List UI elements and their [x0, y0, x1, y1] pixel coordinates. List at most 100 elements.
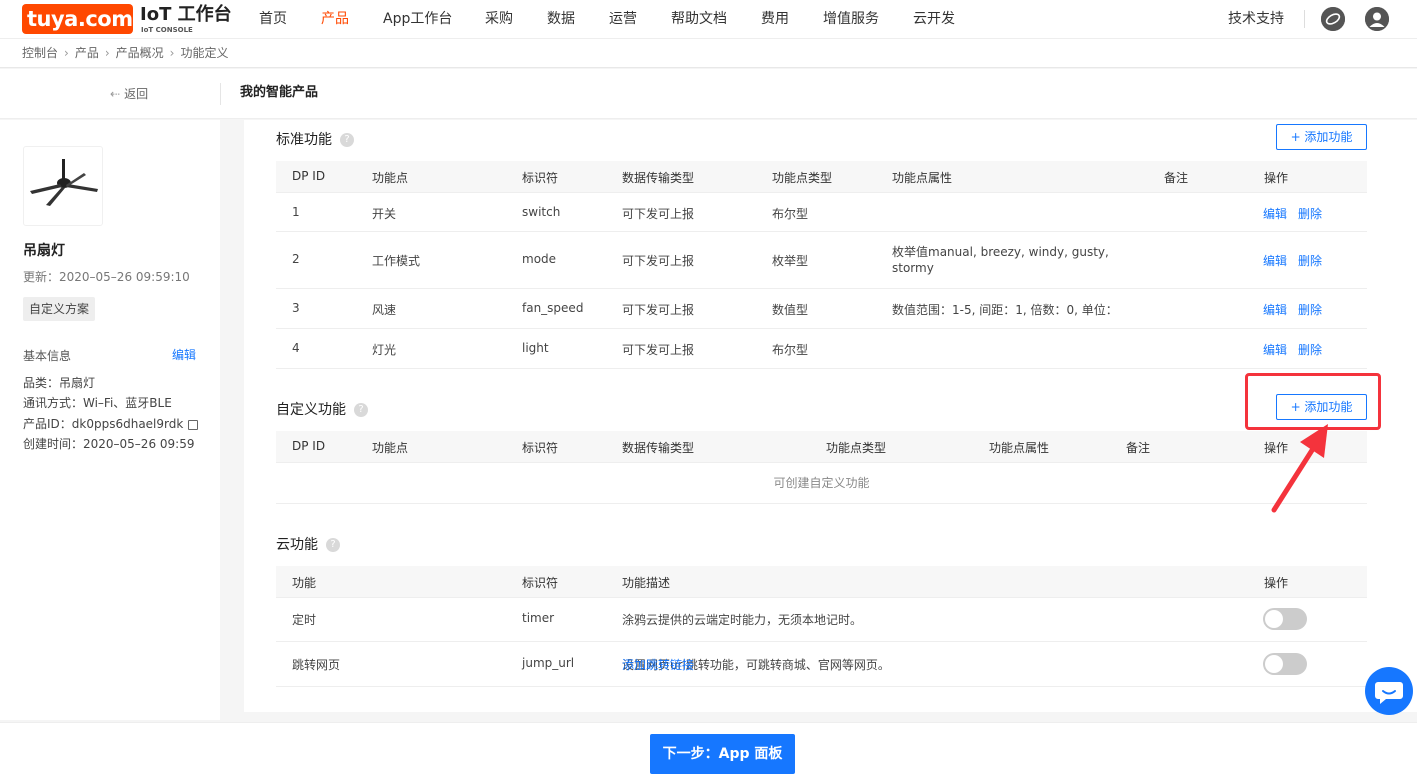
transfer-type: 可下发可上报	[622, 343, 695, 357]
breadcrumb-console[interactable]: 控制台	[22, 46, 58, 60]
table-row: 2 工作模式 mode 可下发可上报 枚举型 枚举值manual, breezy…	[276, 232, 1367, 289]
product-created: 创建时间：2020–05–26 09:59	[23, 437, 195, 451]
top-nav: tuya.com IoT 工作台 IoT CONSOLE 首页 产品 App工作…	[0, 0, 1417, 38]
delete-link[interactable]: 删除	[1298, 205, 1322, 222]
bottom-action-bar: 下一步：App 面板	[0, 722, 1417, 777]
add-jump-link[interactable]: 添加跳转链接	[622, 656, 694, 673]
function-type: 枚举型	[772, 254, 809, 268]
cloud-identifier: jump_url	[522, 656, 575, 670]
col-actions: 操作	[1264, 576, 1289, 590]
user-avatar-icon[interactable]	[1365, 7, 1389, 31]
help-icon[interactable]: ?	[354, 403, 368, 417]
jump-url-toggle[interactable]	[1263, 653, 1307, 675]
timer-toggle[interactable]	[1263, 608, 1307, 630]
console-title: IoT 工作台	[140, 4, 232, 25]
basic-info-edit-link[interactable]: 编辑	[172, 346, 196, 363]
page-title: 我的智能产品	[240, 85, 319, 100]
breadcrumb-product[interactable]: 产品	[75, 46, 99, 60]
col-function-type: 功能点类型	[826, 441, 887, 455]
help-icon[interactable]: ?	[326, 538, 340, 552]
cloud-title-text: 云功能	[276, 537, 318, 553]
col-property: 功能点属性	[892, 171, 953, 185]
col-remark: 备注	[1126, 441, 1151, 455]
cloud-functions-title: 云功能?	[276, 534, 340, 554]
function-property-cont: stormy	[892, 261, 934, 275]
custom-functions-title: 自定义功能?	[276, 399, 368, 419]
table-row: 1 开关 switch 可下发可上报 布尔型 编辑 删除	[276, 193, 1367, 232]
custom-title-text: 自定义功能	[276, 402, 346, 418]
product-name: 吊扇灯	[23, 243, 65, 259]
edit-link[interactable]: 编辑	[1263, 341, 1287, 358]
tuya-logo[interactable]: tuya.com	[22, 4, 133, 34]
custom-table-header: DP ID 功能点 标识符 数据传输类型 功能点类型 功能点属性 备注 操作	[276, 431, 1367, 463]
product-protocol: 通讯方式：Wi–Fi、蓝牙BLE	[23, 396, 172, 410]
nav-cloud-dev[interactable]: 云开发	[913, 10, 955, 28]
col-function-type: 功能点类型	[772, 171, 833, 185]
help-icon[interactable]: ?	[340, 133, 354, 147]
edit-link[interactable]: 编辑	[1263, 252, 1287, 269]
nav-product[interactable]: 产品	[321, 10, 349, 28]
nav-fees[interactable]: 费用	[761, 10, 789, 28]
col-function: 功能	[292, 576, 317, 590]
function-type: 数值型	[772, 303, 809, 317]
col-property: 功能点属性	[989, 441, 1050, 455]
transfer-type: 可下发可上报	[622, 303, 695, 317]
next-step-button[interactable]: 下一步：App 面板	[650, 734, 795, 774]
tech-support-link[interactable]: 技术支持	[1228, 10, 1284, 28]
back-button[interactable]: ⇠ 返回	[110, 86, 148, 102]
standard-title-text: 标准功能	[276, 132, 332, 148]
delete-link[interactable]: 删除	[1298, 252, 1322, 269]
breadcrumb-overview[interactable]: 产品概况	[116, 46, 164, 60]
nav-purchase[interactable]: 采购	[485, 10, 513, 28]
function-name: 灯光	[372, 343, 397, 357]
globe-icon[interactable]	[1321, 7, 1345, 31]
custom-scheme-tag: 自定义方案	[23, 297, 96, 321]
nav-data[interactable]: 数据	[547, 10, 575, 28]
basic-info-title: 基本信息	[23, 349, 72, 363]
col-description: 功能描述	[622, 576, 671, 590]
col-dp-id: DP ID	[292, 439, 326, 453]
nav-app-workbench[interactable]: App工作台	[383, 10, 452, 28]
edit-link[interactable]: 编辑	[1263, 205, 1287, 222]
dp-id: 1	[292, 205, 300, 219]
product-category: 品类：吊扇灯	[23, 376, 96, 390]
nav-divider	[1304, 10, 1305, 28]
col-identifier: 标识符	[522, 171, 559, 185]
product-id: 产品ID：dk0pps6dhael9rdk	[23, 415, 199, 432]
nav-home[interactable]: 首页	[259, 10, 287, 28]
cloud-description: 涂鸦云提供的云端定时能力，无须本地记时。	[622, 613, 863, 627]
table-row: 跳转网页 jump_url 设置网页url跳转功能，可跳转商城、官网等网页。 添加…	[276, 642, 1367, 687]
chevron-right-icon: ›	[169, 46, 175, 60]
col-function: 功能点	[372, 441, 409, 455]
chevron-right-icon: ›	[104, 46, 110, 60]
chat-support-button[interactable]	[1365, 667, 1413, 715]
divider	[220, 83, 221, 105]
delete-link[interactable]: 删除	[1298, 301, 1322, 318]
nav-value-added[interactable]: 增值服务	[823, 10, 879, 28]
product-image	[23, 146, 103, 226]
function-definition-panel: 标准功能? + 添加功能 DP ID 功能点 标识符 数据传输类型 功能点类型 …	[244, 120, 1417, 712]
copy-icon[interactable]	[188, 419, 199, 430]
delete-link[interactable]: 删除	[1298, 341, 1322, 358]
cloud-function-name: 定时	[292, 613, 317, 627]
col-transfer-type: 数据传输类型	[622, 441, 695, 455]
edit-link[interactable]: 编辑	[1263, 301, 1287, 318]
add-standard-function-button[interactable]: + 添加功能	[1276, 124, 1367, 150]
col-remark: 备注	[1164, 171, 1189, 185]
dp-id: 4	[292, 341, 300, 355]
custom-empty-state: 可创建自定义功能	[276, 462, 1367, 504]
back-label: 返回	[124, 87, 149, 101]
nav-operations[interactable]: 运营	[609, 10, 637, 28]
col-identifier: 标识符	[522, 441, 559, 455]
cloud-function-name: 跳转网页	[292, 658, 341, 672]
sub-header: ⇠ 返回 我的智能产品	[0, 69, 1417, 119]
identifier: switch	[522, 205, 561, 219]
breadcrumb: 控制台 › 产品 › 产品概况 › 功能定义	[0, 38, 1417, 68]
standard-table-header: DP ID 功能点 标识符 数据传输类型 功能点类型 功能点属性 备注 操作	[276, 161, 1367, 193]
chevron-right-icon: ›	[64, 46, 69, 60]
product-updated: 更新：2020–05–26 09:59:10	[23, 270, 190, 284]
identifier: light	[522, 341, 549, 355]
function-name: 工作模式	[372, 254, 421, 268]
nav-docs[interactable]: 帮助文档	[671, 10, 727, 28]
transfer-type: 可下发可上报	[622, 207, 695, 221]
